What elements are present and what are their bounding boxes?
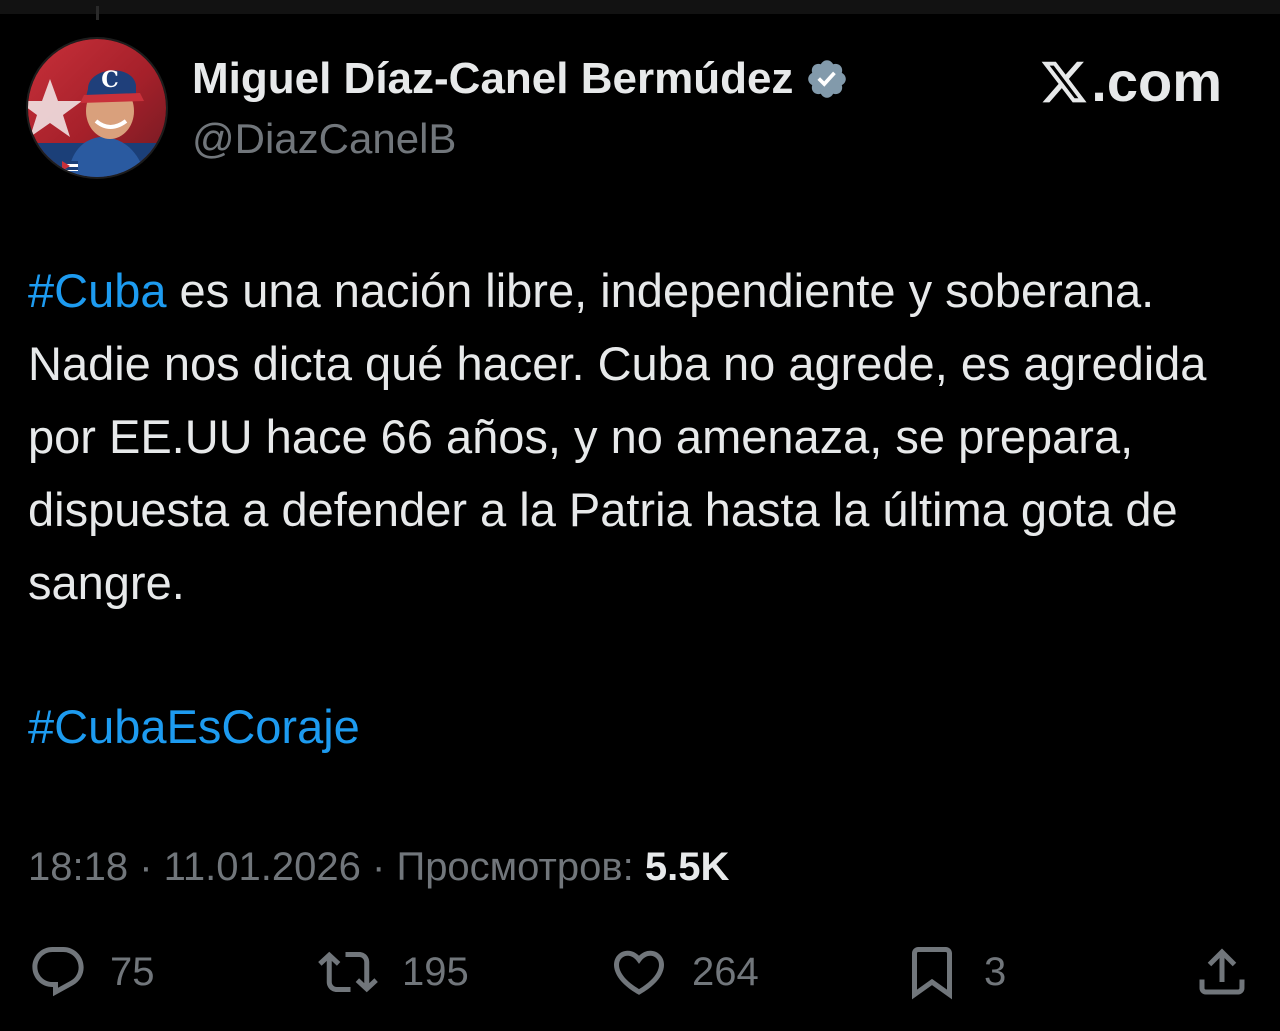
share-button[interactable] xyxy=(1192,932,1252,1012)
bookmark-count: 3 xyxy=(984,949,1007,994)
meta-separator: · xyxy=(360,845,397,889)
share-icon xyxy=(1199,948,1245,995)
reply-icon xyxy=(32,947,84,997)
tweet-paragraph: #Cuba es una nación libre, independiente… xyxy=(28,254,1248,619)
svg-text:C: C xyxy=(101,67,119,93)
top-tick xyxy=(96,6,99,20)
hashtag-link-cubaescoraje[interactable]: #CubaEsCoraje xyxy=(28,700,360,753)
x-logo-icon xyxy=(1041,61,1087,103)
author-name[interactable]: Miguel Díaz-Canel Bermúdez xyxy=(192,52,849,106)
verified-badge-icon xyxy=(808,60,847,98)
repost-button[interactable]: 195 xyxy=(316,932,469,1012)
like-button[interactable]: 264 xyxy=(608,932,759,1012)
tweet-meta: 18:18 · 11.01.2026 · Просмотров: 5.5K xyxy=(28,840,729,894)
author-name-text: Miguel Díaz-Canel Bermúdez xyxy=(192,54,794,103)
tweet-time[interactable]: 18:18 xyxy=(28,845,128,889)
views-label: Просмотров: xyxy=(396,845,634,889)
avatar[interactable]: C xyxy=(26,37,168,179)
tweet-text: #Cuba es una nación libre, independiente… xyxy=(28,254,1248,619)
reply-button[interactable]: 75 xyxy=(28,932,155,1012)
action-bar: 75 195 264 3 xyxy=(0,932,1280,1012)
tweet-text-body: es una nación libre, independiente y sob… xyxy=(28,264,1207,609)
top-strip xyxy=(0,0,1280,20)
brand-watermark: .com xyxy=(1039,50,1222,114)
hashtag-link-cuba[interactable]: #Cuba xyxy=(28,264,167,317)
repost-icon xyxy=(318,951,378,993)
reply-count: 75 xyxy=(110,949,155,994)
bookmark-icon xyxy=(912,947,952,1000)
repost-count: 195 xyxy=(402,949,469,994)
views-count: 5.5K xyxy=(644,845,730,889)
heart-icon xyxy=(613,950,665,995)
meta-separator: · xyxy=(128,845,164,889)
brand-label: .com xyxy=(1091,50,1222,113)
tweet-date[interactable]: 11.01.2026 xyxy=(164,845,361,889)
avatar-photo: C xyxy=(28,39,166,177)
author-handle[interactable]: @DiazCanelB xyxy=(192,113,456,165)
bookmark-button[interactable]: 3 xyxy=(902,932,1006,1012)
like-count: 264 xyxy=(692,949,759,994)
tweet-hashtag-line: #CubaEsCoraje xyxy=(28,690,360,763)
